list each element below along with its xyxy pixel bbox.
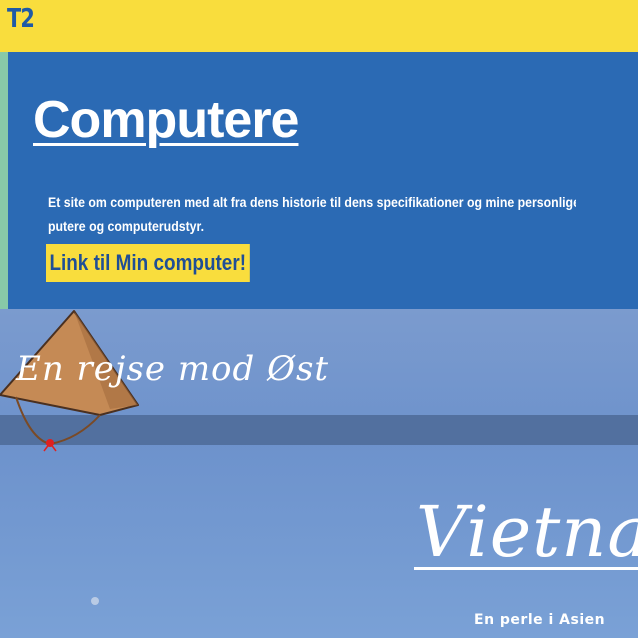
country-underline [414, 567, 638, 570]
brand-logo[interactable]: T2 [7, 4, 35, 34]
moon-icon [91, 597, 99, 605]
computer-card: Computere Et site om computeren med alt … [0, 52, 638, 309]
journey-title[interactable]: En rejse mod Øst [16, 349, 329, 389]
travel-banner: En rejse mod Øst Vietnam En perle i Asie… [0, 309, 638, 638]
card-accent-stripe [0, 52, 8, 309]
country-title[interactable]: Vietnam [416, 491, 638, 573]
description-line-2: putere og computerudstyr. [48, 218, 205, 234]
card-title[interactable]: Computere [33, 90, 299, 150]
card-description: Et site om computeren med alt fra dens h… [48, 190, 576, 238]
top-bar: T2 [0, 0, 638, 52]
my-computer-link[interactable]: Link til Min computer! [46, 244, 250, 282]
country-subtitle: En perle i Asien [474, 612, 606, 628]
description-line-1: Et site om computeren med alt fra dens h… [48, 194, 576, 210]
